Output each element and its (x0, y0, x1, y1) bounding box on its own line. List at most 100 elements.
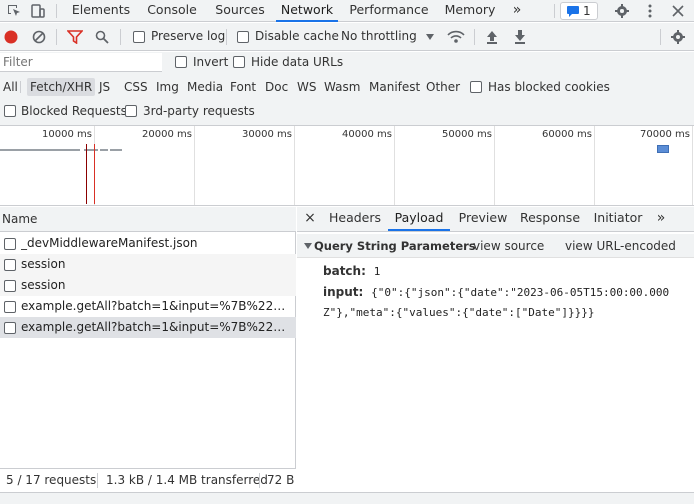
preserve-log-label: Preserve log (151, 29, 226, 43)
filter-type-media[interactable]: Media (184, 78, 226, 96)
request-name: session (21, 257, 66, 271)
import-har-icon[interactable] (485, 29, 499, 45)
request-list: Name _devMiddlewareManifest.json session… (0, 207, 296, 489)
row-checkbox[interactable] (4, 322, 16, 334)
table-row[interactable]: example.getAll?batch=1&input=%7B%220%22%… (0, 296, 296, 317)
request-bar (0, 149, 80, 151)
network-settings-gear-icon[interactable] (670, 29, 686, 45)
drawer-strip (0, 492, 694, 504)
has-blocked-cookies-checkbox[interactable] (470, 81, 482, 93)
tab-initiator[interactable]: Initiator (590, 207, 646, 231)
section-title: Query String Parameters (314, 239, 476, 253)
filter-input[interactable] (0, 53, 162, 72)
preserve-log-checkbox[interactable] (133, 31, 145, 43)
network-overview-timeline[interactable]: 10000 ms 20000 ms 30000 ms 40000 ms 5000… (0, 126, 694, 206)
row-checkbox[interactable] (4, 259, 16, 271)
dom-content-loaded-marker (86, 144, 87, 204)
table-row-selected[interactable]: example.getAll?batch=1&input=%7B%220%22%… (0, 317, 296, 338)
separator (660, 29, 661, 45)
row-checkbox[interactable] (4, 301, 16, 313)
blocked-requests-checkbox[interactable] (4, 105, 16, 117)
issues-count: 1 (583, 4, 591, 18)
device-toolbar-icon[interactable] (30, 3, 46, 19)
message-icon (567, 6, 579, 17)
filter-type-doc[interactable]: Doc (262, 78, 291, 96)
status-bar: 5 / 17 requests 1.3 kB / 1.4 MB transfer… (0, 468, 296, 492)
inspect-element-icon[interactable] (6, 3, 22, 19)
clear-icon[interactable] (32, 30, 46, 44)
triangle-down-icon (304, 243, 312, 249)
filter-type-manifest[interactable]: Manifest (366, 78, 423, 96)
tick-label: 10000 ms (42, 129, 92, 140)
export-har-icon[interactable] (513, 29, 527, 45)
row-checkbox[interactable] (4, 280, 16, 292)
network-toolbar: Preserve log Disable cache No throttling (0, 23, 694, 51)
tab-elements[interactable]: Elements (66, 0, 136, 22)
resources-size: 72 B (267, 473, 295, 487)
param-key: input: (323, 285, 364, 299)
request-bar (657, 145, 669, 153)
grid-line (294, 126, 295, 205)
separator (97, 473, 98, 488)
issues-badge[interactable]: 1 (560, 2, 598, 20)
request-bar (100, 149, 108, 151)
close-details-button[interactable]: × (303, 207, 317, 231)
filter-type-css[interactable]: CSS (121, 78, 151, 96)
filter-type-font[interactable]: Font (227, 78, 259, 96)
tab-performance[interactable]: Performance (346, 0, 432, 22)
separator (120, 29, 121, 45)
tab-response[interactable]: Response (517, 207, 583, 231)
filter-type-fetch-xhr[interactable]: Fetch/XHR (27, 78, 96, 96)
filter-type-wasm[interactable]: Wasm (321, 78, 363, 96)
grid-line (692, 126, 693, 205)
tab-network[interactable]: Network (276, 0, 338, 22)
invert-checkbox[interactable] (175, 56, 187, 68)
filter-type-js[interactable]: JS (96, 78, 113, 96)
tab-sources[interactable]: Sources (210, 0, 270, 22)
param-row-input: input: {"0":{"json":{"date":"2023-06-05T… (323, 285, 669, 299)
third-party-label: 3rd-party requests (143, 104, 255, 118)
view-url-encoded-link[interactable]: view URL-encoded (565, 239, 676, 253)
more-options-icon[interactable] (642, 3, 658, 19)
tab-payload[interactable]: Payload (388, 207, 450, 231)
param-value: {"0":{"json":{"date":"2023-06-05T15:00:0… (371, 286, 670, 299)
tab-headers[interactable]: Headers (326, 207, 384, 231)
row-checkbox[interactable] (4, 238, 16, 250)
blocked-requests-label: Blocked Requests (21, 104, 127, 118)
param-key: batch: (323, 264, 366, 278)
hide-data-urls-label: Hide data URLs (251, 55, 344, 69)
network-conditions-icon[interactable] (447, 29, 465, 45)
filter-type-all[interactable]: All (0, 78, 21, 96)
query-string-section-header[interactable]: Query String Parameters view source view… (297, 234, 694, 258)
name-column-header[interactable]: Name (0, 207, 296, 232)
table-row[interactable]: _devMiddlewareManifest.json (0, 233, 296, 254)
disable-cache-checkbox[interactable] (237, 31, 249, 43)
tab-preview[interactable]: Preview (456, 207, 510, 231)
close-icon[interactable] (670, 3, 686, 19)
param-value: 1 (373, 265, 381, 278)
gear-icon[interactable] (614, 3, 630, 19)
request-details-panel: × Headers Payload Preview Response Initi… (297, 207, 694, 489)
filter-type-other[interactable]: Other (423, 78, 463, 96)
table-row[interactable]: session (0, 275, 296, 296)
disable-cache-label: Disable cache (255, 29, 339, 43)
chevron-down-icon (426, 34, 434, 40)
tick-label: 70000 ms (640, 129, 690, 140)
search-icon[interactable] (95, 30, 109, 44)
hide-data-urls-checkbox[interactable] (233, 56, 245, 68)
more-tabs-button[interactable]: » (506, 0, 528, 22)
request-name: example.getAll?batch=1&input=%7B%220%22%… (21, 320, 291, 334)
filter-bar: Invert Hide data URLs All Fetch/XHR JS C… (0, 52, 694, 126)
filter-type-img[interactable]: Img (153, 78, 182, 96)
tab-console[interactable]: Console (140, 0, 204, 22)
filter-icon[interactable] (67, 30, 83, 44)
table-row[interactable]: session (0, 254, 296, 275)
view-source-link[interactable]: view source (473, 239, 544, 253)
more-details-tabs-button[interactable]: » (651, 207, 671, 231)
third-party-checkbox[interactable] (125, 105, 137, 117)
filter-type-ws[interactable]: WS (294, 78, 319, 96)
tab-memory[interactable]: Memory (440, 0, 500, 22)
record-icon[interactable] (4, 30, 18, 44)
load-event-marker (94, 144, 95, 204)
throttling-select[interactable]: No throttling (340, 28, 440, 46)
